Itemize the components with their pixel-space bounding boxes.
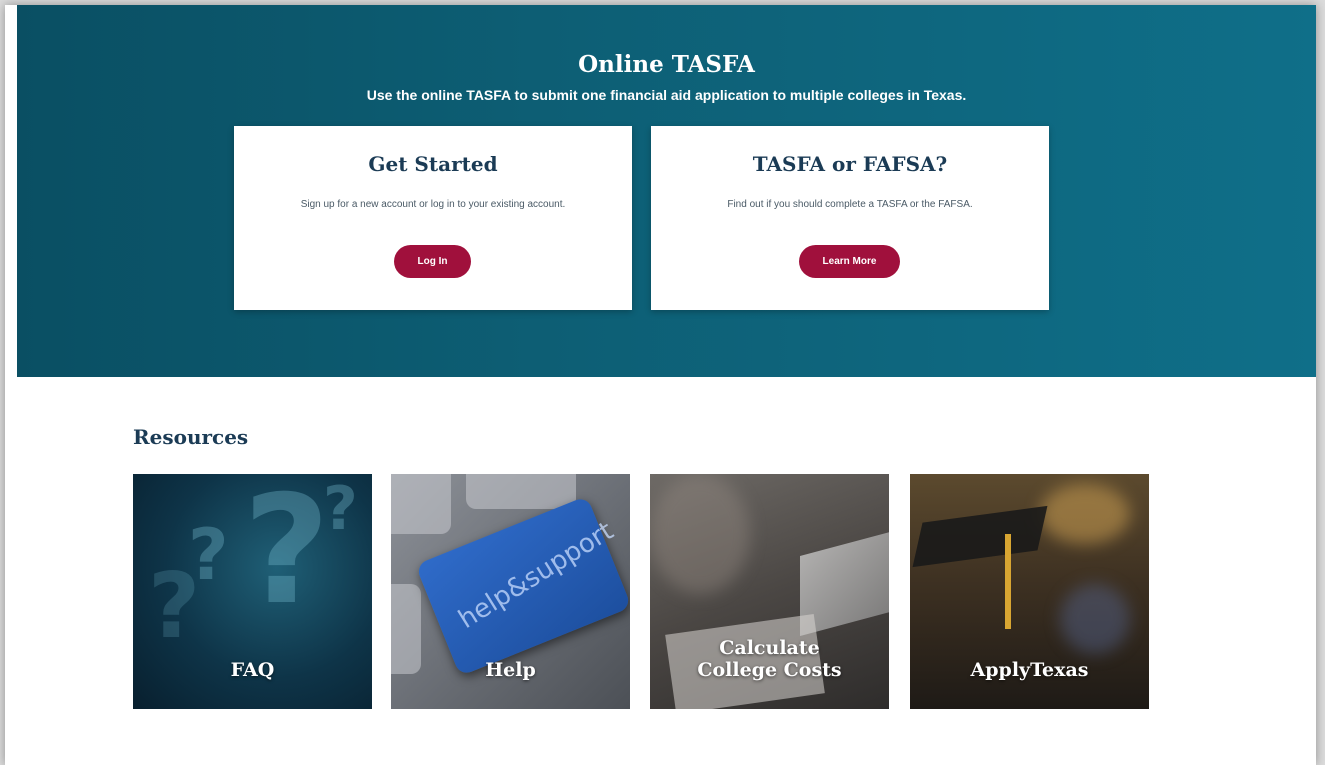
key-help-support-text: help&support — [453, 516, 619, 635]
calculate-college-costs-tile[interactable]: Calculate College Costs — [650, 474, 889, 709]
resources-heading: Resources — [133, 425, 249, 449]
subtitle-post: colleges in Texas. — [843, 87, 967, 103]
help-tile[interactable]: help&support Help — [391, 474, 630, 709]
learn-more-button[interactable]: Learn More — [799, 245, 900, 278]
subtitle-pre: Use the online TASFA to submit — [366, 87, 582, 103]
get-started-text: Sign up for a new account or log in to y… — [300, 199, 566, 210]
subtitle-mid: financial aid application to — [606, 87, 790, 103]
applytexas-label: ApplyTexas — [970, 659, 1089, 681]
page: Online TASFA Use the online TASFA to sub… — [5, 5, 1316, 765]
calculate-college-costs-label: Calculate College Costs — [650, 637, 889, 681]
hero-subtitle: Use the online TASFA to submit one finan… — [17, 87, 1316, 103]
tasfa-or-fafsa-card: TASFA or FAFSA? Find out if you should c… — [651, 126, 1049, 310]
tasfa-or-fafsa-text: Find out if you should complete a TASFA … — [727, 199, 973, 210]
help-label: Help — [485, 659, 536, 681]
subtitle-emphasis-multiple: multiple — [789, 87, 844, 103]
faq-tile[interactable]: ? ? ? ? FAQ — [133, 474, 372, 709]
hero-banner: Online TASFA Use the online TASFA to sub… — [17, 5, 1316, 377]
get-started-title: Get Started — [368, 152, 498, 176]
get-started-card: Get Started Sign up for a new account or… — [234, 126, 632, 310]
log-in-button[interactable]: Log In — [394, 245, 471, 278]
faq-label: FAQ — [230, 659, 275, 681]
calculate-label-line1: Calculate — [719, 637, 820, 659]
calculate-label-line2: College Costs — [697, 659, 842, 681]
tasfa-or-fafsa-title: TASFA or FAFSA? — [752, 152, 948, 176]
hero-title: Online TASFA — [578, 51, 755, 78]
applytexas-tile[interactable]: ApplyTexas — [910, 474, 1149, 709]
subtitle-emphasis-one: one — [581, 87, 607, 103]
